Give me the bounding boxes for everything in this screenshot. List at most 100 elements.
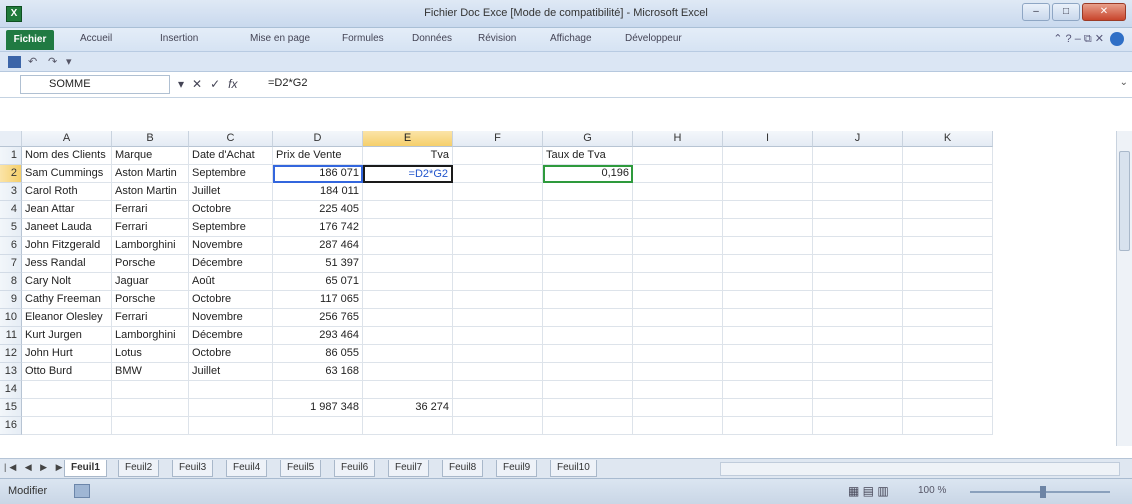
grid-cell[interactable]: Date d'Achat <box>189 147 273 165</box>
sheet-tab-feuil2[interactable]: Feuil2 <box>118 460 160 477</box>
grid-cell[interactable] <box>543 327 633 345</box>
grid-cell[interactable] <box>723 183 813 201</box>
row-header[interactable]: 6 <box>0 237 22 255</box>
tab-page-layout[interactable]: Mise en page <box>250 33 310 44</box>
grid-cell[interactable] <box>903 363 993 381</box>
maximize-button[interactable]: □ <box>1052 3 1080 21</box>
row-header[interactable]: 3 <box>0 183 22 201</box>
grid-cell[interactable]: Septembre <box>189 219 273 237</box>
grid-cell[interactable] <box>543 363 633 381</box>
grid-cell[interactable]: Janeet Lauda <box>22 219 112 237</box>
grid-cell[interactable]: 293 464 <box>273 327 363 345</box>
grid-cell[interactable] <box>453 147 543 165</box>
grid-cell[interactable] <box>453 273 543 291</box>
cancel-entry-icon[interactable]: ✕ <box>192 77 202 91</box>
grid-cell[interactable] <box>633 201 723 219</box>
grid-cell[interactable] <box>813 363 903 381</box>
grid-cell[interactable] <box>903 165 993 183</box>
grid-cell[interactable]: Lamborghini <box>112 327 189 345</box>
grid-cell[interactable] <box>363 219 453 237</box>
row-header[interactable]: 12 <box>0 345 22 363</box>
grid-cell[interactable] <box>633 273 723 291</box>
grid-cell[interactable] <box>903 183 993 201</box>
grid-cell[interactable] <box>363 363 453 381</box>
grid-cell[interactable]: Carol Roth <box>22 183 112 201</box>
sheet-tab-feuil7[interactable]: Feuil7 <box>388 460 430 477</box>
grid-cell[interactable] <box>22 381 112 399</box>
column-header-j[interactable]: J <box>813 131 903 147</box>
grid-cell[interactable]: 256 765 <box>273 309 363 327</box>
grid-cell[interactable] <box>453 327 543 345</box>
grid-cell[interactable] <box>453 381 543 399</box>
grid-cell[interactable] <box>813 291 903 309</box>
grid-cell[interactable]: Juillet <box>189 183 273 201</box>
row-header[interactable]: 13 <box>0 363 22 381</box>
grid-cell[interactable]: Tva <box>363 147 453 165</box>
save-icon[interactable] <box>8 56 21 68</box>
sheet-nav-arrows[interactable]: |◀ ◀ ▶ ▶| <box>4 462 71 473</box>
name-box[interactable]: SOMME <box>20 75 170 94</box>
row-header[interactable]: 1 <box>0 147 22 165</box>
grid-cell[interactable]: Eleanor Olesley <box>22 309 112 327</box>
sheet-tab-feuil10[interactable]: Feuil10 <box>550 460 597 477</box>
grid-cell[interactable]: 225 405 <box>273 201 363 219</box>
grid-cell[interactable] <box>813 381 903 399</box>
grid-cell[interactable]: Aston Martin <box>112 183 189 201</box>
grid-cell[interactable] <box>903 201 993 219</box>
grid-cell[interactable] <box>363 255 453 273</box>
grid-cell[interactable] <box>453 183 543 201</box>
grid-cell[interactable] <box>543 273 633 291</box>
grid-cell[interactable] <box>633 345 723 363</box>
grid-cell[interactable]: Sam Cummings <box>22 165 112 183</box>
tab-formulas[interactable]: Formules <box>342 33 384 44</box>
grid-cell[interactable] <box>903 345 993 363</box>
column-header-e[interactable]: E <box>363 131 453 147</box>
grid-cell[interactable] <box>903 255 993 273</box>
grid-cell[interactable] <box>723 309 813 327</box>
grid-cell[interactable] <box>903 309 993 327</box>
grid-cell[interactable] <box>723 237 813 255</box>
grid-cell[interactable]: 186 071 <box>273 165 363 183</box>
grid-cell[interactable]: 86 055 <box>273 345 363 363</box>
customize-qat-icon[interactable]: ▾ <box>66 55 72 68</box>
select-all-corner[interactable] <box>0 131 22 147</box>
grid-cell[interactable]: Jess Randal <box>22 255 112 273</box>
grid-cell[interactable] <box>453 345 543 363</box>
vertical-scrollbar-thumb[interactable] <box>1119 151 1130 251</box>
grid-cell[interactable] <box>363 273 453 291</box>
grid-cell[interactable] <box>363 201 453 219</box>
close-button[interactable]: ✕ <box>1082 3 1126 21</box>
sheet-tab-feuil3[interactable]: Feuil3 <box>172 460 214 477</box>
grid-cell[interactable]: 117 065 <box>273 291 363 309</box>
grid-cell[interactable] <box>723 345 813 363</box>
grid-cell[interactable]: Porsche <box>112 255 189 273</box>
column-header-a[interactable]: A <box>22 131 112 147</box>
grid-cell[interactable] <box>813 327 903 345</box>
insert-function-icon[interactable]: fx <box>228 77 237 91</box>
column-header-k[interactable]: K <box>903 131 993 147</box>
grid-cell[interactable] <box>112 417 189 435</box>
grid-cell[interactable] <box>633 237 723 255</box>
grid-cell[interactable] <box>189 381 273 399</box>
grid-cell[interactable] <box>363 345 453 363</box>
grid-cell[interactable]: Juillet <box>189 363 273 381</box>
grid-cell[interactable]: Marque <box>112 147 189 165</box>
tab-developer[interactable]: Développeur <box>625 33 682 44</box>
vertical-scrollbar[interactable] <box>1116 131 1132 446</box>
grid-cell[interactable]: Kurt Jurgen <box>22 327 112 345</box>
grid-cell[interactable] <box>903 381 993 399</box>
grid-cell[interactable] <box>543 183 633 201</box>
grid-cell[interactable]: John Hurt <box>22 345 112 363</box>
grid-cell[interactable] <box>813 201 903 219</box>
grid-cell[interactable] <box>903 417 993 435</box>
grid-cell[interactable] <box>543 237 633 255</box>
grid-cell[interactable] <box>453 399 543 417</box>
grid-cell[interactable] <box>543 381 633 399</box>
sheet-tab-feuil9[interactable]: Feuil9 <box>496 460 538 477</box>
grid-cell[interactable] <box>903 273 993 291</box>
grid-cell[interactable] <box>813 147 903 165</box>
column-header-c[interactable]: C <box>189 131 273 147</box>
grid-cell[interactable]: Lotus <box>112 345 189 363</box>
grid-cell[interactable]: John Fitzgerald <box>22 237 112 255</box>
grid-cell[interactable] <box>813 255 903 273</box>
